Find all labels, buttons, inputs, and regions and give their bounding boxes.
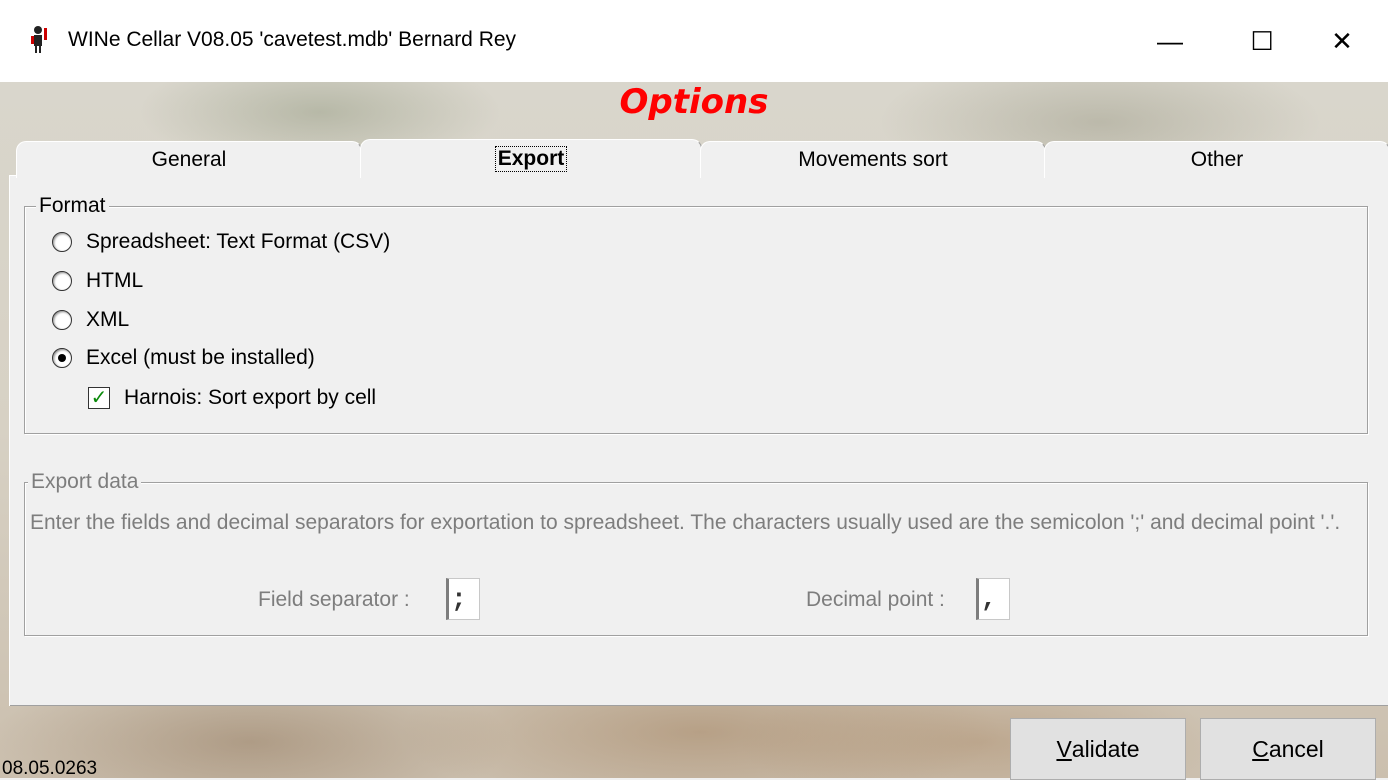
radio-csv[interactable]: Spreadsheet: Text Format (CSV) bbox=[52, 228, 390, 256]
maximize-icon: ☐ bbox=[1250, 25, 1274, 56]
radio-button[interactable] bbox=[52, 310, 72, 330]
checkbox-checked[interactable]: ✓ bbox=[88, 387, 110, 409]
format-legend: Format bbox=[36, 195, 109, 217]
radio-excel[interactable]: Excel (must be installed) bbox=[52, 344, 315, 372]
radio-button[interactable] bbox=[52, 232, 72, 252]
validate-button[interactable]: Validate bbox=[1010, 718, 1186, 780]
version-label: 08.05.0263 bbox=[2, 758, 98, 779]
validate-label: alidate bbox=[1071, 735, 1140, 762]
minimize-button[interactable]: — bbox=[1124, 0, 1216, 82]
validate-accel: V bbox=[1056, 735, 1072, 762]
tab-label: Other bbox=[1190, 148, 1244, 171]
close-button[interactable]: ✕ bbox=[1296, 0, 1388, 82]
tab-label: Export bbox=[494, 146, 568, 172]
harnois-checkbox-row[interactable]: ✓ Harnois: Sort export by cell bbox=[88, 384, 376, 412]
cancel-button[interactable]: Cancel bbox=[1200, 718, 1376, 780]
cancel-accel: C bbox=[1252, 735, 1269, 762]
radio-button[interactable] bbox=[52, 271, 72, 291]
decimal-point-input[interactable]: , bbox=[976, 578, 1010, 620]
field-separator-label: Field separator : bbox=[258, 588, 410, 611]
tab-label: Movements sort bbox=[798, 148, 948, 171]
close-icon: ✕ bbox=[1331, 25, 1353, 56]
window-title: WINe Cellar V08.05 'cavetest.mdb' Bernar… bbox=[68, 28, 517, 51]
export-data-legend: Export data bbox=[28, 471, 142, 493]
radio-label: XML bbox=[86, 308, 130, 331]
radio-label: Excel (must be installed) bbox=[86, 346, 315, 369]
tab-export[interactable]: Export bbox=[360, 139, 702, 178]
tab-label: General bbox=[151, 148, 227, 171]
app-icon bbox=[31, 26, 47, 53]
tab-general[interactable]: General bbox=[16, 141, 362, 178]
export-description: Enter the fields and decimal separators … bbox=[30, 511, 1341, 534]
radio-button-selected[interactable] bbox=[52, 348, 72, 368]
cancel-label: ancel bbox=[1268, 735, 1324, 762]
title-bar: WINe Cellar V08.05 'cavetest.mdb' Bernar… bbox=[0, 0, 1388, 82]
radio-xml[interactable]: XML bbox=[52, 306, 129, 334]
decimal-point-label: Decimal point : bbox=[806, 588, 945, 611]
checkbox-label: Harnois: Sort export by cell bbox=[124, 386, 377, 409]
maximize-button[interactable]: ☐ bbox=[1216, 0, 1308, 82]
page-title: Options bbox=[619, 82, 769, 122]
tab-movements-sort[interactable]: Movements sort bbox=[700, 141, 1046, 178]
radio-html[interactable]: HTML bbox=[52, 267, 143, 295]
radio-label: Spreadsheet: Text Format (CSV) bbox=[86, 230, 391, 253]
field-separator-input[interactable]: ; bbox=[446, 578, 480, 620]
tab-other[interactable]: Other bbox=[1044, 141, 1388, 178]
minimize-icon: — bbox=[1157, 25, 1183, 56]
radio-label: HTML bbox=[86, 269, 144, 292]
